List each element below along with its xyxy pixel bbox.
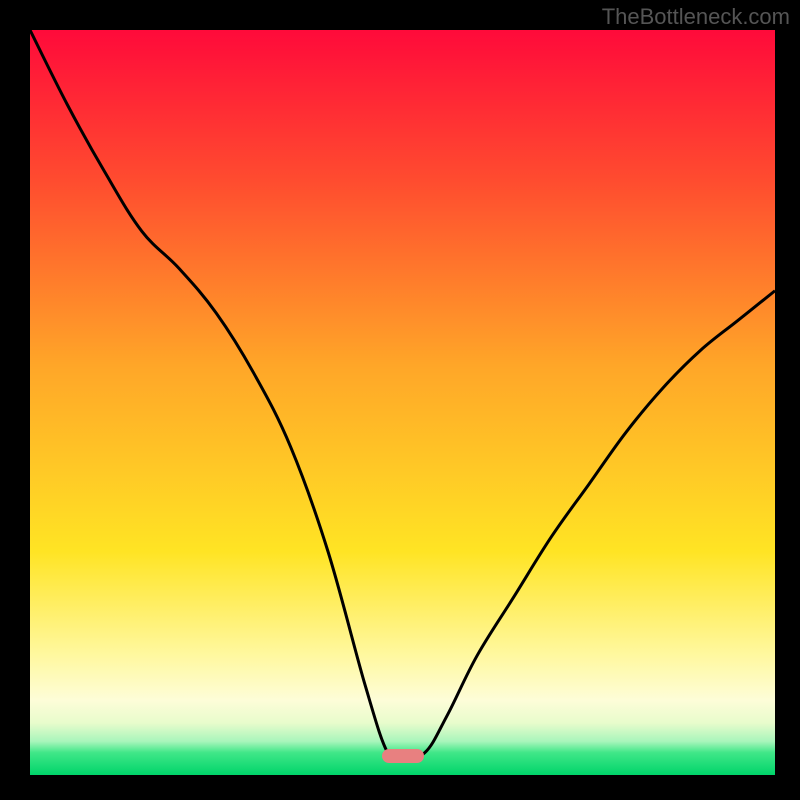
bottleneck-chart — [30, 30, 775, 775]
chart-background — [30, 30, 775, 775]
watermark-text: TheBottleneck.com — [602, 4, 790, 30]
optimal-marker — [382, 749, 424, 763]
chart-plot-area — [30, 30, 775, 775]
